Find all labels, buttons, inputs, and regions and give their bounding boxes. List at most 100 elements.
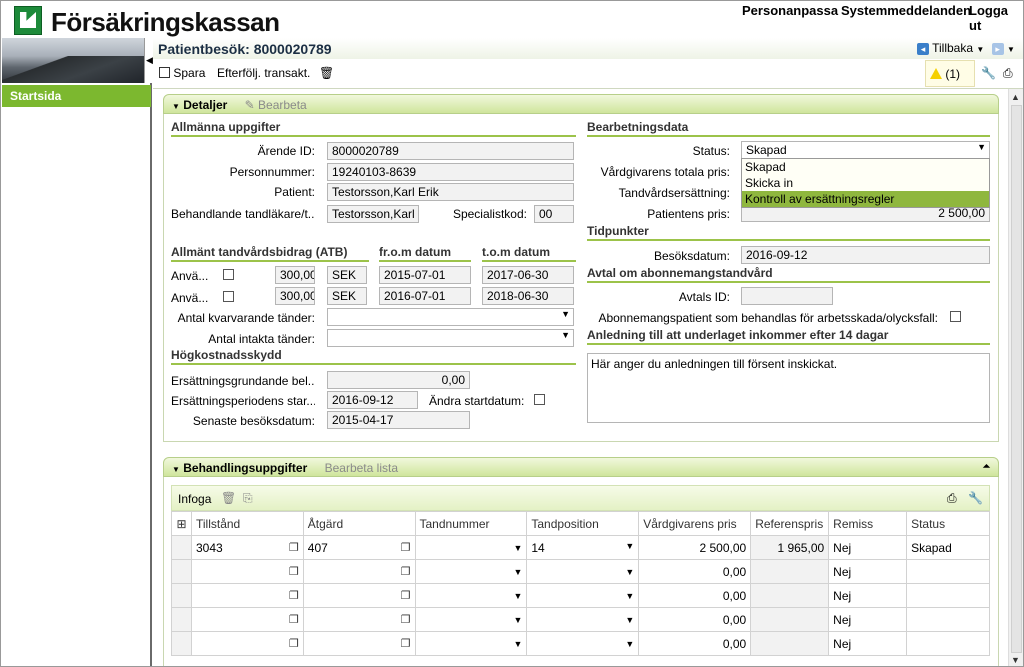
atb-tom-date[interactable]: 2018-06-30 bbox=[482, 287, 574, 305]
specialistkod-field[interactable]: 00 bbox=[534, 205, 574, 223]
atb-row-checkbox[interactable] bbox=[223, 269, 234, 280]
lookup-icon[interactable]: ❐ bbox=[289, 637, 299, 650]
table-cell-referens[interactable] bbox=[750, 631, 830, 656]
table-cell-remiss[interactable]: Nej bbox=[828, 631, 908, 656]
grund-field[interactable]: 0,00 bbox=[327, 371, 470, 389]
save-button[interactable]: Spara bbox=[159, 66, 205, 80]
table-cell-tandposition[interactable]: ▼ bbox=[526, 559, 640, 584]
table-cell-tandposition[interactable]: ▼ 14 bbox=[526, 535, 640, 560]
edit-details-button[interactable]: ✎ Bearbeta bbox=[245, 98, 307, 112]
lookup-icon[interactable]: ❐ bbox=[401, 637, 411, 650]
table-cell-tandnummer[interactable]: ▼ bbox=[414, 583, 528, 608]
table-cell-referens[interactable] bbox=[750, 607, 830, 632]
atb-from-date[interactable]: 2016-07-01 bbox=[379, 287, 471, 305]
behandling-panel-header[interactable]: ▼ Behandlingsuppgifter Bearbeta lista ⏶ bbox=[163, 457, 999, 477]
atb-amount[interactable]: 300,00 bbox=[275, 266, 315, 284]
table-cell-referens[interactable]: 1 965,00 bbox=[750, 535, 830, 560]
copy-icon[interactable]: ⎘ bbox=[243, 491, 253, 506]
table-cell-status[interactable] bbox=[906, 631, 990, 656]
atb-from-date[interactable]: 2015-07-01 bbox=[379, 266, 471, 284]
table-row[interactable]: ❐ ❐ ▼ ▼ 0,00 Nej bbox=[171, 631, 990, 656]
table-row[interactable]: ❐ ❐ ▼ ▼ 0,00 Nej bbox=[171, 583, 990, 608]
avtals-id-field[interactable] bbox=[741, 287, 833, 305]
table-cell-tillstand[interactable]: ❐ bbox=[190, 631, 304, 656]
column-header[interactable]: Tandnummer bbox=[414, 511, 528, 536]
table-cell-tandposition[interactable]: ▼ bbox=[526, 631, 640, 656]
scroll-up-icon[interactable]: ▲ bbox=[1011, 92, 1020, 102]
table-cell-referens[interactable] bbox=[750, 559, 830, 584]
personanpassa-link[interactable]: Personanpassa bbox=[742, 3, 838, 18]
intakta-select[interactable]: ▼ bbox=[327, 329, 574, 347]
table-cell-remiss[interactable]: Nej bbox=[828, 607, 908, 632]
table-row[interactable]: ❐ 3043 ❐ 407 ▼ ▼ 14 2 500,00 1 965,00 Nej Skapad bbox=[171, 535, 990, 560]
lookup-icon[interactable]: ❐ bbox=[401, 565, 411, 578]
table-cell-pris[interactable]: 0,00 bbox=[638, 583, 752, 608]
column-header[interactable]: Tillstånd bbox=[190, 511, 304, 536]
table-cell-atgard[interactable]: ❐ 407 bbox=[302, 535, 416, 560]
table-cell-tandnummer[interactable]: ▼ bbox=[414, 535, 528, 560]
chevron-down-icon[interactable]: ▼ bbox=[625, 591, 634, 601]
atb-amount[interactable]: 300,00 bbox=[275, 287, 315, 305]
atb-tom-date[interactable]: 2017-06-30 bbox=[482, 266, 574, 284]
table-cell-atgard[interactable]: ❐ bbox=[302, 631, 416, 656]
table-cell-atgard[interactable]: ❐ bbox=[302, 583, 416, 608]
table-cell-status[interactable]: Skapad bbox=[906, 535, 990, 560]
table-cell-tandnummer[interactable]: ▼ bbox=[414, 607, 528, 632]
back-button[interactable]: ◂ Tillbaka ▼ ▸ ▼ bbox=[917, 41, 1015, 55]
atb-row-checkbox[interactable] bbox=[223, 291, 234, 302]
lookup-icon[interactable]: ❐ bbox=[289, 613, 299, 626]
chevron-down-icon[interactable]: ▼ bbox=[625, 615, 634, 625]
arbetsskada-checkbox[interactable] bbox=[950, 311, 961, 322]
chevron-down-icon[interactable]: ▼ bbox=[625, 639, 634, 649]
status-option[interactable]: Skapad bbox=[742, 159, 989, 175]
print-icon[interactable]: ⎙ bbox=[1003, 66, 1013, 81]
table-row[interactable]: ❐ ❐ ▼ ▼ 0,00 Nej bbox=[171, 607, 990, 632]
table-cell-status[interactable] bbox=[906, 583, 990, 608]
column-header[interactable]: Status bbox=[906, 511, 990, 536]
atb-currency[interactable]: SEK bbox=[327, 287, 367, 305]
table-cell-remiss[interactable]: Nej bbox=[828, 535, 908, 560]
edit-list-button[interactable]: Bearbeta lista bbox=[325, 461, 398, 475]
collapse-up-icon[interactable]: ⏶ bbox=[983, 461, 990, 472]
table-cell-pris[interactable]: 2 500,00 bbox=[638, 535, 752, 560]
scroll-down-icon[interactable]: ▼ bbox=[1011, 655, 1020, 665]
table-cell-tandposition[interactable]: ▼ bbox=[526, 607, 640, 632]
lookup-icon[interactable]: ❐ bbox=[289, 541, 299, 554]
kvarvarande-select[interactable]: ▼ bbox=[327, 308, 574, 326]
table-cell-tillstand[interactable]: ❐ bbox=[190, 607, 304, 632]
senaste-field[interactable]: 2015-04-17 bbox=[327, 411, 470, 429]
lookup-icon[interactable]: ❐ bbox=[401, 589, 411, 602]
table-cell-tillstand[interactable]: ❐ bbox=[190, 583, 304, 608]
vertical-scrollbar[interactable]: ▲ ▼ bbox=[1008, 89, 1023, 666]
scrollbar-thumb[interactable] bbox=[1011, 105, 1022, 653]
lookup-icon[interactable]: ❐ bbox=[401, 541, 411, 554]
systemmeddelanden-link[interactable]: Systemmeddelanden bbox=[841, 3, 971, 18]
table-cell-pris[interactable]: 0,00 bbox=[638, 631, 752, 656]
logout-link[interactable]: Logga ut bbox=[969, 3, 1023, 33]
infoga-button[interactable]: Infoga bbox=[178, 492, 211, 506]
personnummer-field[interactable]: 19240103-8639 bbox=[327, 163, 574, 181]
table-cell-remiss[interactable]: Nej bbox=[828, 583, 908, 608]
anledning-textarea[interactable]: Här anger du anledningen till försent in… bbox=[587, 353, 990, 423]
table-cell-tandposition[interactable]: ▼ bbox=[526, 583, 640, 608]
details-panel-header[interactable]: ▼ Detaljer ✎ Bearbeta bbox=[163, 94, 999, 114]
table-row[interactable]: ❐ ❐ ▼ ▼ 0,00 Nej bbox=[171, 559, 990, 584]
column-header[interactable]: Remiss bbox=[828, 511, 908, 536]
besoksdatum-field[interactable]: 2016-09-12 bbox=[741, 246, 990, 264]
status-option[interactable]: Skicka in bbox=[742, 175, 989, 191]
table-cell-tillstand[interactable]: ❐ 3043 bbox=[190, 535, 304, 560]
arende-field[interactable]: 8000020789 bbox=[327, 142, 574, 160]
chevron-down-icon[interactable]: ▼ bbox=[513, 615, 522, 625]
lookup-icon[interactable]: ❐ bbox=[289, 589, 299, 602]
column-header[interactable]: Tandposition bbox=[526, 511, 640, 536]
tree-icon[interactable]: ⊞ bbox=[171, 511, 192, 536]
chevron-down-icon[interactable]: ▼ bbox=[513, 591, 522, 601]
table-cell-status[interactable] bbox=[906, 559, 990, 584]
trash-icon[interactable]: 🗑 bbox=[221, 491, 236, 505]
collapse-sidebar-handle[interactable]: ◀ bbox=[144, 38, 153, 83]
table-cell-tillstand[interactable]: ❐ bbox=[190, 559, 304, 584]
period-field[interactable]: 2016-09-12 bbox=[327, 391, 418, 409]
followup-transaction-button[interactable]: Efterfölj. transakt. bbox=[217, 66, 310, 80]
column-header[interactable]: Referenspris bbox=[750, 511, 830, 536]
trash-icon[interactable]: 🗑 bbox=[319, 66, 334, 80]
